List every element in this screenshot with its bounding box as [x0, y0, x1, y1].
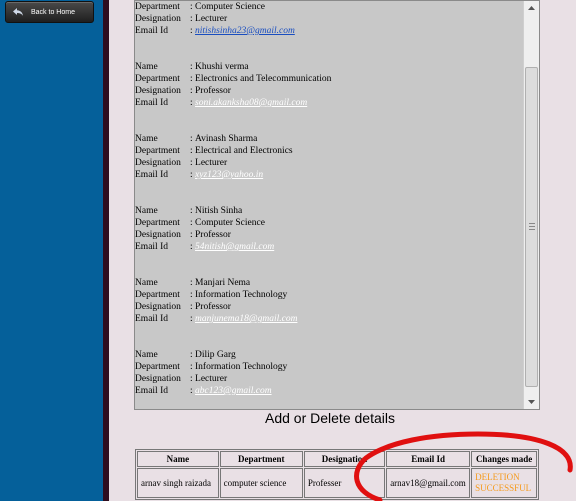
name-label: Name [135, 206, 158, 216]
list-scrollbar[interactable] [523, 1, 539, 409]
cell-designation: Professer [303, 468, 386, 498]
table-header-row: Name Department Designation Email Id Cha… [137, 451, 537, 467]
designation-label: Designation [135, 230, 181, 240]
designation-value: Lecturer [195, 374, 228, 384]
scrollbar-grip-icon [529, 223, 535, 232]
department-label: Department [135, 74, 180, 84]
department-value: Computer Science [195, 2, 265, 12]
department-label: Department [135, 290, 180, 300]
name-value: Manjari Nema [195, 278, 251, 288]
designation-value: Professor [195, 302, 231, 312]
table-row: arnav singh raizada computer science Pro… [137, 468, 537, 498]
email-link[interactable]: 54nitish@gmail.com [195, 241, 274, 253]
name-label: Name [135, 278, 158, 288]
email-label: Email Id [135, 242, 168, 252]
name-value: Khushi verma [195, 62, 249, 72]
section-title: Add or Delete details [265, 410, 395, 426]
faculty-record: Name: Nitish Sinha Department: Computer … [135, 206, 275, 253]
name-value: Dilip Garg [195, 350, 236, 360]
back-to-home-label: Back to Home [31, 8, 75, 16]
main-panel: Department: Computer Science Designation… [109, 0, 576, 501]
designation-value: Lecturer [195, 158, 228, 168]
back-to-home-button[interactable]: Back to Home [5, 1, 94, 23]
department-value: Electrical and Electronics [195, 146, 293, 156]
column-header-email: Email Id [386, 451, 471, 467]
scroll-down-arrow-icon [528, 400, 535, 404]
name-label: Name [135, 62, 158, 72]
designation-label: Designation [135, 302, 181, 312]
column-header-name: Name [137, 451, 219, 467]
department-value: Information Technology [195, 290, 288, 300]
column-header-changes: Changes made [471, 451, 537, 467]
name-value: Avinash Sharma [195, 134, 258, 144]
faculty-record: Name: Dilip Garg Department: Information… [135, 350, 288, 397]
email-link[interactable]: abc123@gmail.com [195, 385, 272, 397]
designation-value: Professor [195, 230, 231, 240]
cell-department: computer science [219, 468, 303, 498]
scrollbar-thumb[interactable] [525, 67, 538, 387]
email-label: Email Id [135, 386, 168, 396]
scroll-down-button[interactable] [524, 395, 539, 409]
sidebar: Back to Home [0, 0, 103, 501]
email-label: Email Id [135, 98, 168, 108]
name-value: Nitish Sinha [195, 206, 243, 216]
back-arrow-icon [12, 6, 24, 18]
department-value: Information Technology [195, 362, 288, 372]
cell-email: arnav18@gmail.com [386, 468, 471, 498]
email-link[interactable]: nitishsinha23@gmail.com [195, 25, 295, 37]
department-label: Department [135, 362, 180, 372]
faculty-record: Name: Khushi verma Department: Electroni… [135, 62, 332, 109]
column-header-department: Department [219, 451, 303, 467]
department-label: Department [135, 2, 180, 12]
email-label: Email Id [135, 314, 168, 324]
email-label: Email Id [135, 170, 168, 180]
department-label: Department [135, 218, 180, 228]
column-header-designation: Designation [303, 451, 386, 467]
cell-status: DELETION SUCCESSFUL [471, 468, 537, 498]
faculty-record: Department: Computer Science Designation… [135, 2, 295, 37]
designation-value: Professor [195, 86, 231, 96]
designation-label: Designation [135, 374, 181, 384]
cell-name: arnav singh raizada [137, 468, 219, 498]
faculty-record: Name: Manjari Nema Department: Informati… [135, 278, 298, 325]
email-link[interactable]: manjunema18@gmail.com [195, 313, 297, 325]
designation-label: Designation [135, 86, 181, 96]
designation-label: Designation [135, 14, 181, 24]
scroll-up-arrow-icon [528, 6, 535, 10]
email-link[interactable]: xyz123@yahoo.in [195, 169, 263, 181]
department-value: Electronics and Telecommunication [195, 74, 332, 84]
faculty-list: Department: Computer Science Designation… [135, 1, 523, 409]
faculty-record: Name: Avinash Sharma Department: Electri… [135, 134, 293, 181]
changes-table: Name Department Designation Email Id Cha… [135, 449, 539, 500]
designation-label: Designation [135, 158, 181, 168]
designation-value: Lecturer [195, 14, 228, 24]
name-label: Name [135, 134, 158, 144]
scroll-up-button[interactable] [524, 1, 539, 15]
name-label: Name [135, 350, 158, 360]
department-label: Department [135, 146, 180, 156]
email-link[interactable]: soni.akanksha08@gmail.com [195, 97, 307, 109]
faculty-list-panel[interactable]: Department: Computer Science Designation… [134, 0, 540, 410]
email-label: Email Id [135, 26, 168, 36]
department-value: Computer Science [195, 218, 265, 228]
